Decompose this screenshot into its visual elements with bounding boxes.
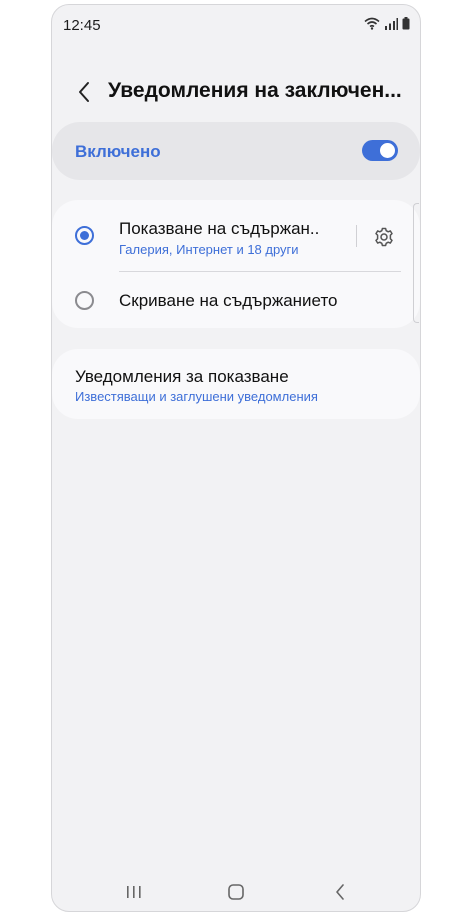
radio-selected-icon[interactable] — [75, 226, 94, 245]
option-hide-title: Скриване на съдържанието — [119, 291, 338, 310]
master-switch-bar[interactable]: Включено — [52, 122, 420, 180]
nav-back-button[interactable] — [326, 879, 354, 905]
app-header: Уведомления на заключен... — [52, 69, 420, 115]
master-switch-label: Включено — [75, 142, 161, 161]
divider-vertical — [356, 225, 357, 247]
notifications-to-show-item[interactable]: Уведомления за показване Известяващи и з… — [52, 349, 420, 419]
battery-icon — [402, 17, 410, 30]
settings-button[interactable] — [372, 225, 396, 249]
wifi-icon — [364, 17, 380, 30]
status-bar: 12:45 — [52, 5, 420, 45]
recents-icon — [127, 886, 141, 898]
radio-unselected-icon[interactable] — [75, 291, 94, 310]
notifications-to-show-subtitle: Известяващи и заглушени уведомления — [75, 389, 318, 404]
option-show-subtitle: Галерия, Интернет и 18 други — [119, 242, 299, 257]
notifications-to-show-title: Уведомления за показване — [75, 367, 289, 386]
phone-screen: 12:45 Уведомления на заключен... Включен… — [51, 4, 421, 912]
gear-icon — [375, 227, 393, 247]
scroll-indicator — [413, 203, 419, 323]
back-icon — [336, 884, 344, 900]
signal-icon — [385, 17, 398, 30]
status-time: 12:45 — [63, 17, 101, 34]
status-icons — [364, 17, 410, 30]
master-toggle[interactable] — [362, 140, 398, 161]
option-show-content[interactable]: Показване на съдържан.. Галерия, Интерне… — [52, 200, 420, 270]
toggle-knob — [380, 143, 395, 158]
home-button[interactable] — [222, 879, 250, 905]
page-title: Уведомления на заключен... — [108, 79, 402, 102]
back-button[interactable] — [70, 75, 98, 109]
option-show-title: Показване на съдържан.. — [119, 219, 320, 238]
navigation-bar — [52, 873, 420, 911]
content-options-card: Показване на съдържан.. Галерия, Интерне… — [52, 200, 420, 328]
option-hide-content[interactable]: Скриване на съдържанието — [52, 272, 420, 328]
recents-button[interactable] — [120, 879, 148, 905]
home-icon — [228, 884, 244, 900]
chevron-left-icon — [79, 82, 89, 102]
